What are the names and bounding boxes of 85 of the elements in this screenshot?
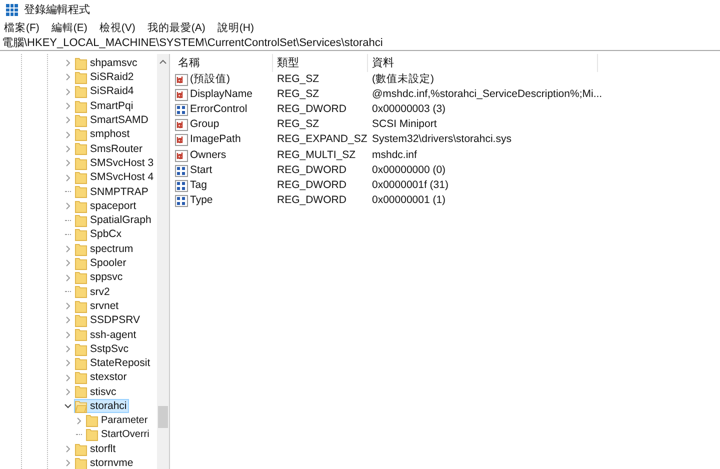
string-value-icon: [175, 150, 188, 162]
value-data: 0x00000001 (1): [372, 194, 446, 206]
tree-item[interactable]: SstpSvc: [74, 342, 131, 356]
string-value-icon: [175, 134, 188, 146]
value-type: REG_MULTI_SZ: [277, 148, 356, 161]
value-name[interactable]: Start: [190, 162, 212, 179]
folder-icon: [75, 185, 87, 198]
tree-item[interactable]: StartOverri: [85, 428, 152, 442]
value-data: 0x0000001f (31): [372, 179, 448, 192]
tree-item[interactable]: stornvme: [74, 456, 136, 469]
value-data: 0x00000000 (0): [372, 164, 446, 176]
tree-item[interactable]: stexstor: [74, 370, 129, 385]
tree-item[interactable]: smphost: [74, 128, 132, 142]
value-name[interactable]: ImagePath: [190, 132, 241, 148]
value-data: 0x00000003 (3): [372, 103, 446, 116]
scrollbar[interactable]: [157, 54, 169, 469]
tree-item[interactable]: SiSRaid4: [74, 84, 136, 99]
tree-item[interactable]: SpatialGraph: [74, 213, 154, 228]
value-type: REG_DWORD: [277, 179, 346, 192]
tree-item[interactable]: shpamsvc: [74, 56, 140, 70]
string-value-icon: [175, 74, 188, 86]
value-name[interactable]: Group: [190, 117, 220, 134]
tree-item[interactable]: SMSvcHost 4: [74, 170, 156, 185]
tree-item[interactable]: SiSRaid2: [74, 70, 136, 84]
value-type: REG_SZ: [277, 118, 320, 130]
tree-item[interactable]: SSDPSRV: [74, 313, 142, 328]
tree-item[interactable]: SmsRouter: [74, 142, 145, 156]
tree-item[interactable]: srvnet: [74, 299, 121, 314]
tree-item[interactable]: storflt: [74, 442, 118, 456]
scroll-up-icon[interactable]: [159, 58, 167, 66]
tree-item[interactable]: ssh-agent: [74, 328, 138, 342]
tree-item[interactable]: SMSvcHost 3: [74, 156, 156, 170]
chevron-icon[interactable]: [64, 402, 72, 410]
value-type: REG_DWORD: [277, 194, 346, 206]
string-value-icon: [175, 88, 188, 101]
value-type: REG_EXPAND_SZ: [277, 133, 368, 146]
tree-item[interactable]: spectrum: [74, 242, 136, 256]
value-data: @mshdc.inf,%storahci_ServiceDescription%;Mi...: [372, 88, 602, 100]
value-name[interactable]: DisplayName: [190, 86, 252, 103]
tree-item[interactable]: SNMPTRAP: [74, 184, 150, 199]
tree-item[interactable]: Spooler: [74, 256, 128, 270]
value-name[interactable]: Tag: [190, 178, 207, 194]
value-name[interactable]: Owners: [190, 148, 226, 164]
menu-item[interactable]: 說明(H): [217, 22, 254, 34]
folder-icon: [86, 428, 98, 442]
folder-icon: [75, 214, 87, 227]
value-type: REG_DWORD: [277, 103, 346, 116]
registry-app-icon: [6, 4, 18, 16]
address-bar[interactable]: 電腦\HKEY_LOCAL_MACHINE\SYSTEM\CurrentControlSet\Services\storahci: [0, 36, 720, 51]
binary-value-icon: [175, 104, 188, 116]
menu-item[interactable]: 檔案(F): [4, 22, 40, 34]
menu-item[interactable]: 我的最愛(A): [147, 22, 206, 34]
binary-value-icon: [175, 180, 188, 192]
value-type: REG_DWORD: [277, 164, 346, 176]
value-type: REG_SZ: [277, 88, 320, 100]
tree-item[interactable]: spaceport: [74, 199, 138, 214]
value-name[interactable]: (預設值): [190, 72, 230, 88]
value-name[interactable]: Type: [190, 193, 213, 209]
column-header[interactable]: 類型: [273, 54, 368, 72]
tree-item[interactable]: srv2: [74, 284, 112, 299]
value-data: (數值未設定): [372, 72, 434, 85]
column-header[interactable]: 資料: [368, 54, 598, 72]
value-data: System32\drivers\storahci.sys: [372, 133, 512, 146]
menu-item[interactable]: 編輯(E): [51, 22, 88, 34]
tree-item[interactable]: StateReposit: [74, 356, 152, 370]
menu-item[interactable]: 檢視(V): [99, 22, 136, 34]
value-data: SCSI Miniport: [372, 118, 437, 130]
tree-item[interactable]: SpbCx: [74, 228, 124, 242]
binary-value-icon: [175, 164, 188, 177]
tree-item[interactable]: SmartSAMD: [74, 113, 150, 128]
tree-item[interactable]: storahci: [74, 399, 129, 414]
column-header[interactable]: 名稱: [174, 54, 273, 72]
window-title: 登錄編輯程式: [24, 2, 90, 18]
value-data: mshdc.inf: [372, 148, 417, 161]
binary-value-icon: [175, 195, 188, 208]
value-name[interactable]: ErrorControl: [190, 102, 248, 118]
scroll-thumb[interactable]: [158, 406, 168, 428]
tree-item[interactable]: sppsvc: [74, 270, 125, 285]
string-value-icon: [175, 119, 188, 132]
folder-icon: [75, 285, 87, 298]
tree-item[interactable]: SmartPqi: [74, 99, 136, 114]
tree-item[interactable]: stisvc: [74, 384, 118, 399]
value-type: REG_SZ: [277, 72, 320, 85]
folder-icon: [75, 228, 87, 242]
tree-item[interactable]: Parameter: [85, 414, 150, 428]
